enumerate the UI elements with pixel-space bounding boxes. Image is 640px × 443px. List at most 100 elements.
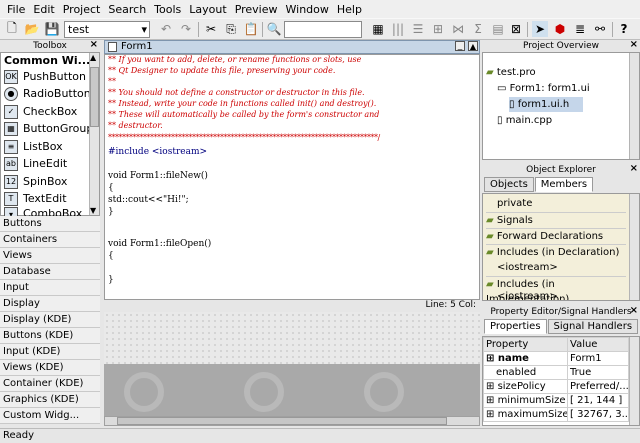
- close-icon[interactable]: ×: [90, 39, 98, 51]
- menu-tools[interactable]: Tools: [150, 3, 185, 16]
- property-value[interactable]: [ 21, 144 ]: [567, 393, 629, 408]
- menu-help[interactable]: Help: [333, 3, 366, 16]
- property-row-maximumsize[interactable]: ⊞ maximumSize[ 32767, 3...: [483, 407, 629, 422]
- member-item-iostream[interactable]: <iostream>: [497, 260, 558, 275]
- split-horizontal-icon[interactable]: ⋈: [450, 21, 466, 37]
- expand-icon[interactable]: ⊞: [486, 409, 498, 420]
- layout-grid-icon[interactable]: ⊞: [430, 21, 446, 37]
- column-header-property[interactable]: Property: [483, 337, 568, 352]
- tab-members[interactable]: Members: [534, 177, 594, 192]
- form-canvas[interactable]: [104, 312, 480, 364]
- member-item-signals[interactable]: ▰ Signals: [486, 212, 626, 227]
- cut-icon[interactable]: ✂: [203, 21, 219, 37]
- scroll-up-icon[interactable]: ▲: [90, 53, 96, 62]
- connect-signals-icon[interactable]: ⬢: [552, 21, 568, 37]
- tree-item-form-ui-h[interactable]: ▯ form1.ui.h: [509, 97, 584, 112]
- category-buttons-kde[interactable]: Buttons (KDE): [0, 328, 100, 344]
- pointer-icon[interactable]: ➤: [532, 21, 548, 37]
- menu-window[interactable]: Window: [282, 3, 333, 16]
- property-value[interactable]: Preferred/...: [567, 379, 629, 394]
- toolbox-scrollbar[interactable]: ▲ ▼: [89, 53, 99, 215]
- buddy-icon[interactable]: ⚯: [592, 21, 608, 37]
- tree-item-form[interactable]: ▭ Form1: form1.ui: [497, 81, 590, 96]
- toolbox-item-checkbox[interactable]: ✓ CheckBox: [4, 103, 77, 120]
- toolbox-item-textedit[interactable]: T TextEdit: [4, 190, 67, 207]
- category-views-kde[interactable]: Views (KDE): [0, 360, 100, 376]
- property-value[interactable]: True: [567, 365, 629, 380]
- toolbox-section-title[interactable]: Common Wi...: [4, 54, 90, 67]
- category-buttons[interactable]: Buttons: [0, 216, 100, 232]
- layout-vertical-icon[interactable]: ☰: [410, 21, 426, 37]
- category-container-kde[interactable]: Container (KDE): [0, 376, 100, 392]
- search-input[interactable]: [284, 21, 362, 38]
- paste-icon[interactable]: 📋: [243, 21, 259, 37]
- category-graphics-kde[interactable]: Graphics (KDE): [0, 392, 100, 408]
- menu-edit[interactable]: Edit: [29, 3, 58, 16]
- property-row-sizepolicy[interactable]: ⊞ sizePolicy Preferred/...: [483, 379, 629, 394]
- project-scrollbar[interactable]: [629, 53, 639, 159]
- open-file-icon[interactable]: 📂: [24, 21, 40, 37]
- new-file-icon[interactable]: 🗋: [4, 21, 20, 37]
- property-value[interactable]: [ 32767, 3...: [567, 407, 629, 422]
- expand-icon[interactable]: ⊞: [486, 353, 498, 364]
- whats-this-icon[interactable]: ?: [616, 21, 632, 37]
- toolbox-item-radiobutton[interactable]: ● RadioButton: [4, 85, 91, 102]
- editor-titlebar[interactable]: Form1 _ ▲: [104, 40, 480, 54]
- property-row-minimumsize[interactable]: ⊞ minimumSize[ 21, 144 ]: [483, 393, 629, 408]
- category-display-kde[interactable]: Display (KDE): [0, 312, 100, 328]
- tab-order-icon[interactable]: ≣: [572, 21, 588, 37]
- toolbox-item-listbox[interactable]: ≡ ListBox: [4, 138, 63, 155]
- column-header-value[interactable]: Value: [567, 337, 629, 352]
- property-row-enabled[interactable]: enabled True: [483, 365, 629, 380]
- member-item-forward-declarations[interactable]: ▰ Forward Declarations: [486, 228, 626, 243]
- members-scrollbar[interactable]: [629, 194, 639, 300]
- save-icon[interactable]: 💾: [44, 21, 60, 37]
- toolbox-item-spinbox[interactable]: 12 SpinBox: [4, 173, 67, 190]
- break-layout-icon[interactable]: ▤: [490, 21, 506, 37]
- scroll-thumb[interactable]: [117, 417, 447, 425]
- close-icon[interactable]: ×: [630, 39, 638, 51]
- tree-item-main[interactable]: ▯ main.cpp: [497, 113, 552, 128]
- menu-file[interactable]: File: [3, 3, 29, 16]
- member-item-includes-declaration[interactable]: ▰ Includes (in Declaration): [486, 244, 626, 259]
- menu-project[interactable]: Project: [59, 3, 105, 16]
- category-containers[interactable]: Containers: [0, 232, 100, 248]
- scroll-down-icon[interactable]: ▼: [90, 206, 96, 215]
- member-item-iostream[interactable]: <iostream>: [497, 289, 558, 300]
- minimize-icon[interactable]: _: [455, 41, 465, 51]
- property-row-name[interactable]: ⊞ name Form1: [483, 351, 629, 366]
- undo-icon[interactable]: ↶: [158, 21, 174, 37]
- category-display[interactable]: Display: [0, 296, 100, 312]
- toolbox-item-combobox[interactable]: ▾ ComboBox: [4, 207, 82, 216]
- toolbox-item-lineedit[interactable]: ab LineEdit: [4, 155, 67, 172]
- expand-icon[interactable]: ⊞: [486, 381, 498, 392]
- toolbox-item-buttongroup[interactable]: ▦ ButtonGroup: [4, 120, 93, 137]
- category-input[interactable]: Input: [0, 280, 100, 296]
- member-item-private[interactable]: private: [497, 196, 532, 211]
- expand-icon[interactable]: ⊞: [486, 395, 498, 406]
- category-custom-widgets[interactable]: Custom Widg...: [0, 408, 100, 424]
- close-icon[interactable]: ×: [630, 305, 638, 317]
- redo-icon[interactable]: ↷: [178, 21, 194, 37]
- layout-icon[interactable]: ▦: [370, 21, 386, 37]
- find-icon[interactable]: 🔍: [266, 21, 282, 37]
- menu-layout[interactable]: Layout: [185, 3, 230, 16]
- copy-icon[interactable]: ⎘: [223, 21, 239, 37]
- workspace-horizontal-scrollbar[interactable]: [104, 416, 480, 426]
- toolbox-item-pushbutton[interactable]: OK PushButton: [4, 68, 86, 85]
- menu-search[interactable]: Search: [104, 3, 150, 16]
- spacer-icon[interactable]: ⊠: [508, 21, 524, 37]
- property-scrollbar[interactable]: [629, 337, 639, 425]
- project-combo[interactable]: test ▾: [64, 21, 150, 38]
- scroll-thumb[interactable]: [90, 67, 99, 127]
- adjust-size-icon[interactable]: Σ: [470, 21, 486, 37]
- menu-preview[interactable]: Preview: [231, 3, 282, 16]
- tab-objects[interactable]: Objects: [484, 177, 534, 192]
- tree-item-project[interactable]: ▰ test.pro: [486, 65, 536, 80]
- category-input-kde[interactable]: Input (KDE): [0, 344, 100, 360]
- property-value[interactable]: Form1: [567, 351, 629, 366]
- code-editor[interactable]: ** If you want to add, delete, or rename…: [104, 54, 480, 300]
- category-views[interactable]: Views: [0, 248, 100, 264]
- category-database[interactable]: Database: [0, 264, 100, 280]
- tab-signal-handlers[interactable]: Signal Handlers: [547, 319, 639, 334]
